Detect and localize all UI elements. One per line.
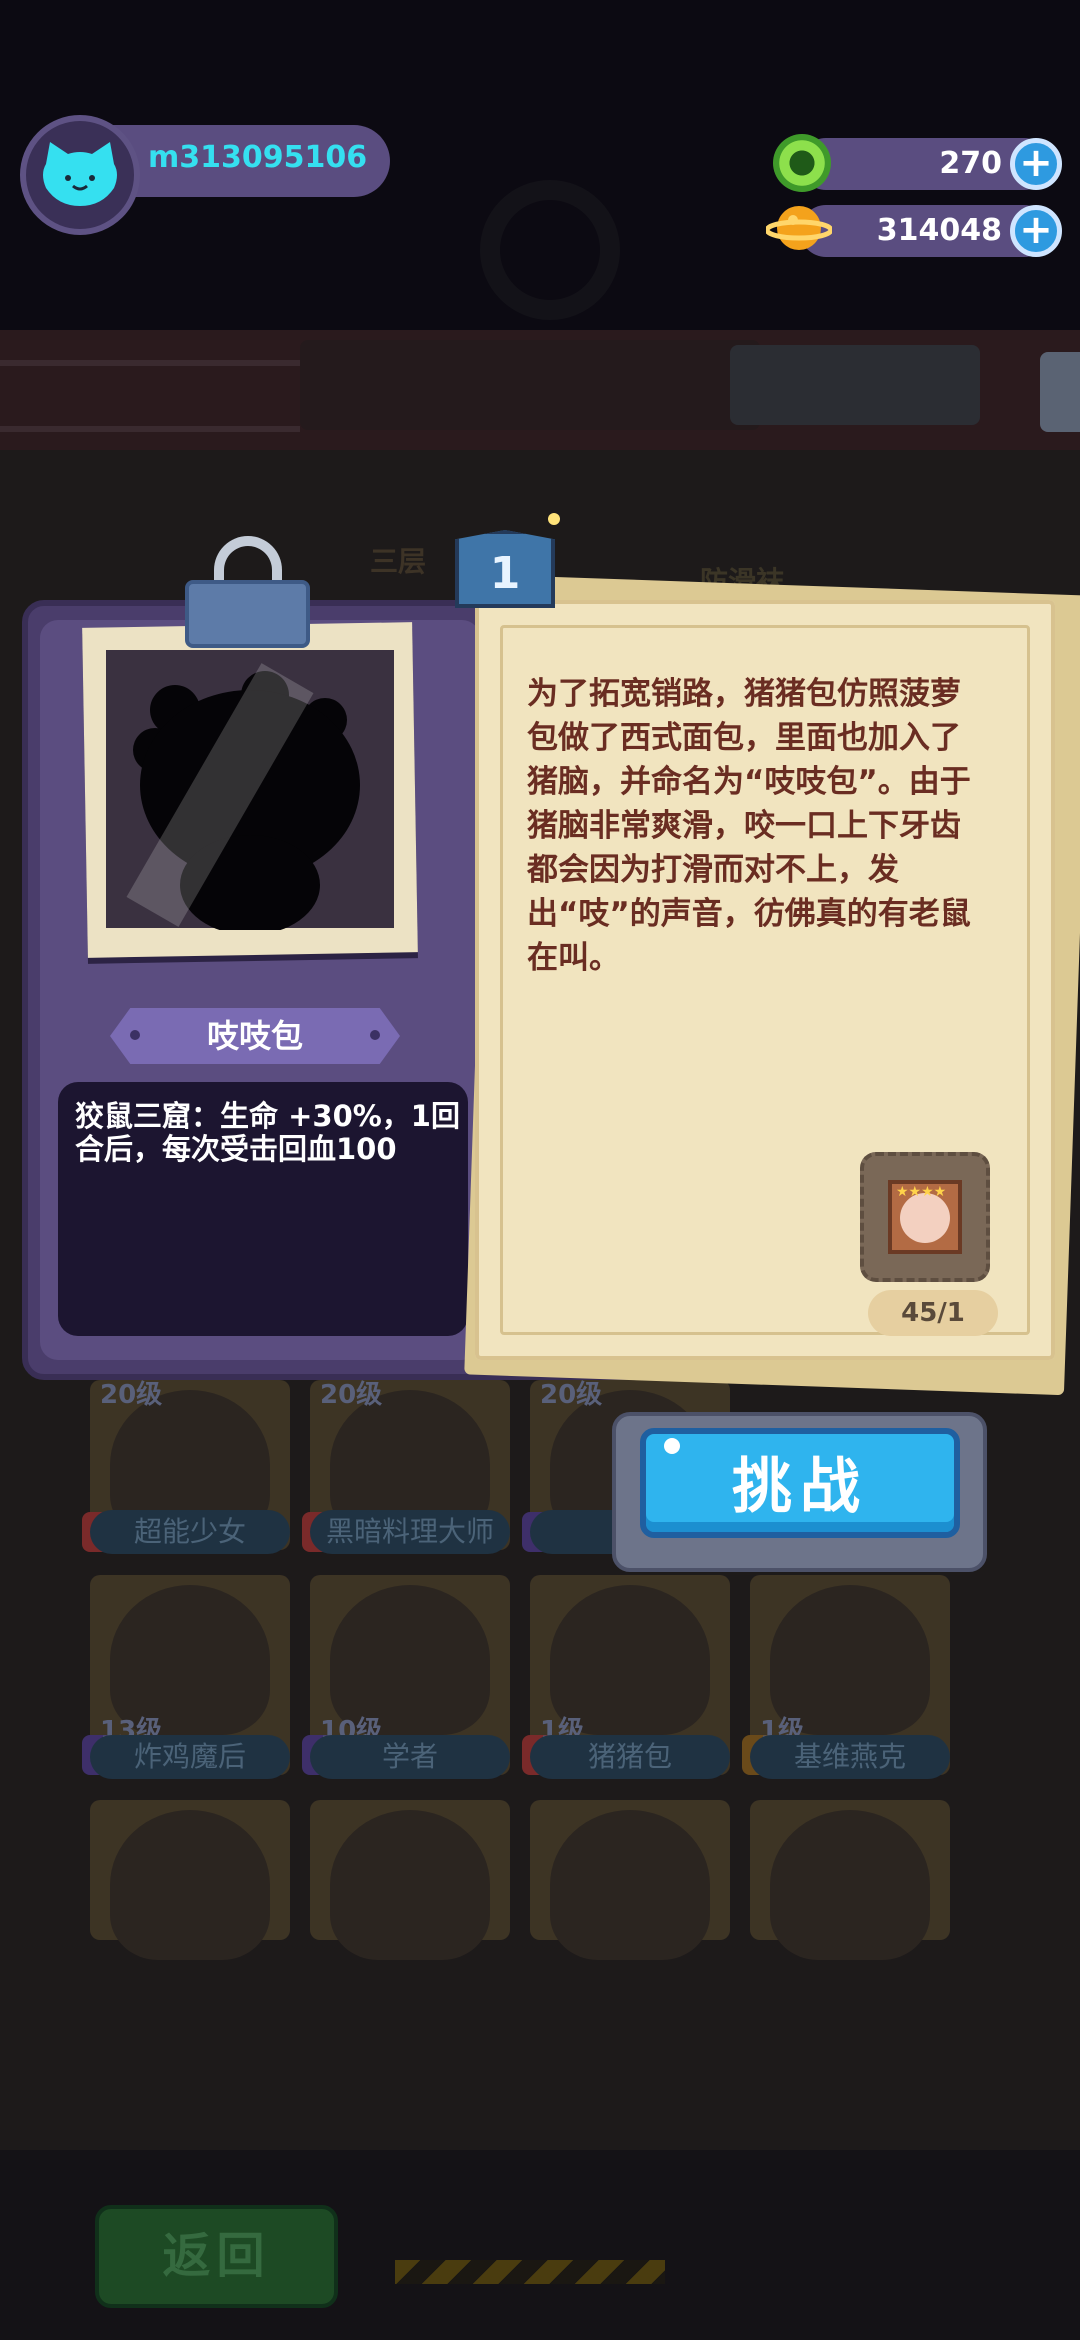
share-icon[interactable] <box>1040 352 1080 432</box>
character-card[interactable]: 20级 超能少女 <box>82 1380 290 1554</box>
character-portrait <box>770 1810 930 1960</box>
skill-description: 狡鼠三窟：生命 +30%，1回合后，每次受击回血100 <box>75 1099 460 1166</box>
character-story: 为了拓宽销路，猪猪包仿照菠萝包做了西式面包，里面也加入了猪脑，并命名为“吱吱包”… <box>527 676 971 976</box>
character-card[interactable]: 1级 基维燕克 <box>742 1575 950 1779</box>
fragment-count: 45/1 <box>901 1298 965 1328</box>
character-card[interactable]: 10级 学者 <box>302 1575 510 1779</box>
username: m313095106 <box>148 140 368 175</box>
character-name: 学者 <box>310 1735 510 1779</box>
star-rating-icon: ★★★★ <box>896 1184 947 1200</box>
character-portrait <box>330 1810 490 1960</box>
back-button[interactable]: 返回 <box>95 2205 338 2308</box>
add-gems-button[interactable]: + <box>1010 138 1062 190</box>
character-name: 黑暗料理大师 <box>310 1510 510 1554</box>
fragment-character-face <box>900 1193 950 1243</box>
background-board <box>300 340 760 430</box>
background-ghost-panel <box>730 345 980 425</box>
character-card[interactable] <box>530 1800 730 1960</box>
character-name: 基维燕克 <box>750 1735 950 1779</box>
character-card[interactable]: 1级 猪猪包 <box>522 1575 730 1779</box>
paper-clip-icon <box>185 580 310 648</box>
background-fan <box>480 180 620 320</box>
cat-avatar-icon <box>43 142 117 206</box>
character-card[interactable]: 13级 炸鸡魔后 <box>82 1575 290 1779</box>
coin-value: 314048 <box>876 213 1002 248</box>
hazard-stripe <box>395 2260 665 2284</box>
challenge-button-label: 挑战 <box>732 1452 868 1522</box>
character-card[interactable] <box>90 1800 290 1960</box>
add-coins-button[interactable]: + <box>1010 205 1062 257</box>
character-card[interactable] <box>750 1800 950 1960</box>
gem-value: 270 <box>939 146 1002 181</box>
character-card[interactable]: 20级 黑暗料理大师 <box>302 1380 510 1554</box>
character-portrait <box>550 1810 710 1960</box>
notification-dot <box>548 513 560 525</box>
character-name-label: 吱吱包 <box>206 1017 303 1055</box>
character-name: 炸鸡魔后 <box>90 1735 290 1779</box>
character-name: 超能少女 <box>90 1510 290 1554</box>
character-card[interactable] <box>310 1800 510 1960</box>
character-portrait <box>110 1810 270 1960</box>
page-tab-number: 1 <box>489 548 521 599</box>
character-name: 猪猪包 <box>530 1735 730 1779</box>
